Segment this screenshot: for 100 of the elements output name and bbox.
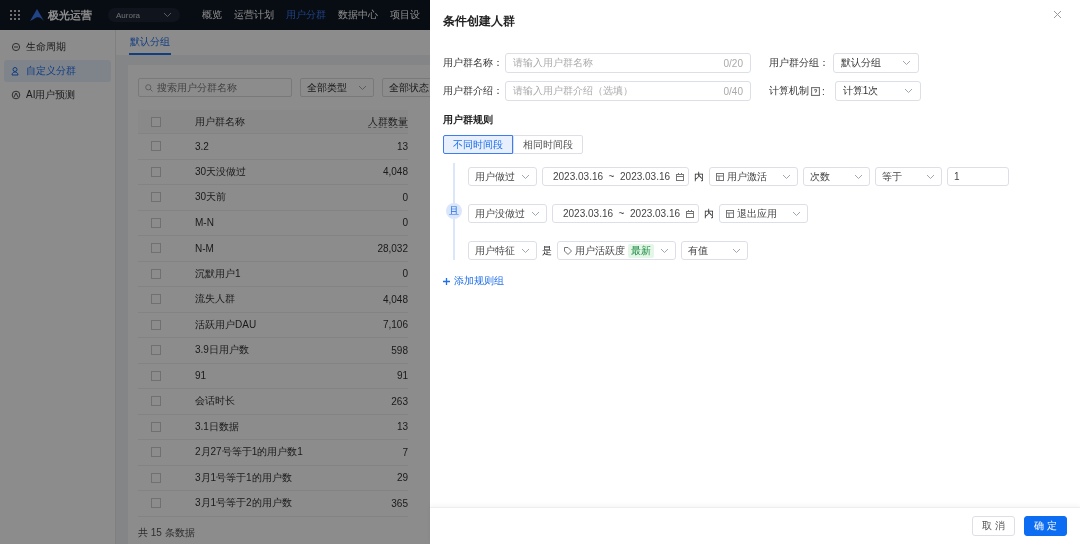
timeline-icon	[11, 42, 21, 52]
tag-icon	[564, 246, 572, 255]
table-cell: N-M	[195, 235, 348, 261]
checkbox[interactable]	[151, 141, 161, 152]
table-cell: 会话时长	[195, 388, 348, 414]
condition-select[interactable]: 次数	[803, 167, 871, 186]
and-badge[interactable]: 且	[445, 202, 462, 219]
checkbox[interactable]	[151, 243, 161, 254]
table-cell: 沉默用户1	[195, 261, 348, 287]
table-cell: 598	[348, 337, 408, 363]
table-cell: 7	[348, 439, 408, 465]
table-cell: 3.1日数据	[195, 414, 348, 440]
checkbox[interactable]	[151, 319, 161, 330]
nav-tab[interactable]: 项目设	[390, 8, 420, 22]
condition-select[interactable]: 用户做过	[468, 167, 537, 186]
table-cell: 流失人群	[195, 286, 348, 312]
table-cell: 91	[348, 363, 408, 389]
table-cell: 4,048	[348, 286, 408, 312]
checkbox[interactable]	[151, 421, 161, 432]
sidebar-label: AI用户预测	[26, 88, 76, 102]
checkbox[interactable]	[151, 345, 161, 356]
table-cell: 活跃用户DAU	[195, 312, 348, 338]
table-cell: 2月27号等于1的用户数1	[195, 439, 348, 465]
date-range-field[interactable]: 2023.03.16 ~ 2023.03.16	[542, 167, 690, 186]
table-icon	[716, 172, 725, 181]
cancel-button[interactable]: 取 消	[972, 516, 1016, 536]
checkbox[interactable]	[151, 396, 161, 407]
label-colon: :	[822, 85, 825, 97]
checkbox[interactable]	[151, 370, 161, 381]
chevron-down-icon	[163, 12, 172, 18]
property-select[interactable]: 用户活跃度 最新	[557, 241, 676, 260]
value-field[interactable]: 1	[947, 167, 1010, 186]
confirm-button[interactable]: 确 定	[1024, 516, 1067, 536]
select-field[interactable]: 计算1次	[834, 81, 921, 101]
table-cell: 30天没做过	[195, 159, 348, 185]
date-range-field[interactable]: 2023.03.16 ~ 2023.03.16	[552, 204, 700, 223]
section-title: 用户群规则	[443, 113, 494, 127]
sidebar-label: 自定义分群	[26, 64, 76, 78]
calendar-icon	[676, 172, 685, 181]
nav-tab[interactable]: 概览	[202, 8, 222, 22]
filter-select[interactable]: 全部类型	[300, 78, 374, 97]
checkbox[interactable]	[151, 116, 161, 127]
nav-tab[interactable]: 运营计划	[234, 8, 274, 22]
table-cell: M-N	[195, 210, 348, 236]
table-cell: 91	[195, 363, 348, 389]
table-cell: 30天前	[195, 184, 348, 210]
table-cell: 13	[348, 414, 408, 440]
chevron-down-icon	[531, 210, 540, 217]
condition-word: 内	[694, 169, 705, 184]
condition-select[interactable]: 有值	[681, 241, 748, 260]
brand-name: 极光运营	[48, 7, 92, 23]
condition-select[interactable]: 等于	[875, 167, 943, 186]
segment-tab[interactable]: 相同时间段	[513, 135, 583, 154]
close-icon[interactable]	[1053, 10, 1062, 19]
field-label: 用户群名称：	[443, 56, 504, 70]
table-cell: 3.9日用户数	[195, 337, 348, 363]
checkbox[interactable]	[151, 498, 161, 509]
checkbox[interactable]	[151, 192, 161, 203]
sidebar-item[interactable]: AI用户预测	[4, 84, 111, 106]
checkbox[interactable]	[151, 268, 161, 279]
chevron-down-icon	[792, 210, 802, 217]
chevron-down-icon	[926, 173, 936, 180]
condition-word: 内	[704, 206, 715, 221]
checkbox[interactable]	[151, 472, 161, 483]
chevron-down-icon	[782, 173, 792, 180]
table-cell: 0	[348, 210, 408, 236]
event-select[interactable]: 退出应用	[719, 204, 809, 223]
table-cell: 3月1号等于2的用户数	[195, 490, 348, 516]
add-rule-link[interactable]: 添加规则组	[443, 274, 504, 288]
apps-grid-icon[interactable]	[10, 10, 20, 20]
chevron-down-icon	[521, 173, 530, 180]
checkbox[interactable]	[151, 217, 161, 228]
logo-icon	[30, 9, 44, 21]
total-count: 共 15 条数据	[138, 526, 195, 540]
project-select[interactable]: Aurora	[108, 8, 180, 22]
event-select[interactable]: 用户激活	[709, 167, 799, 186]
field-label: 计算机制	[769, 84, 809, 98]
plus-icon	[443, 277, 450, 285]
chevron-down-icon	[732, 247, 741, 254]
chevron-down-icon	[903, 88, 913, 94]
condition-word: 是	[542, 243, 552, 258]
chevron-down-icon	[902, 60, 911, 66]
column-header: 人群数量	[368, 115, 408, 128]
condition-select[interactable]: 用户没做过	[468, 204, 547, 223]
checkbox[interactable]	[151, 166, 161, 177]
chevron-down-icon	[521, 247, 530, 254]
sidebar-label: 生命周期	[26, 40, 66, 54]
condition-select[interactable]: 用户特征	[468, 241, 537, 260]
table-cell: 3.2	[195, 133, 348, 159]
select-field[interactable]: 默认分组	[833, 53, 919, 73]
checkbox[interactable]	[151, 447, 161, 458]
new-badge: 最新	[628, 243, 654, 258]
table-cell: 13	[348, 133, 408, 159]
nav-tab[interactable]: 数据中心	[338, 8, 378, 22]
sidebar-item[interactable]: 生命周期	[4, 36, 111, 58]
segment-tab[interactable]: 不同时间段	[443, 135, 513, 154]
table-cell: 0	[348, 261, 408, 287]
checkbox[interactable]	[151, 294, 161, 305]
table-icon	[726, 209, 735, 218]
drawer-title: 条件创建人群	[443, 13, 515, 30]
